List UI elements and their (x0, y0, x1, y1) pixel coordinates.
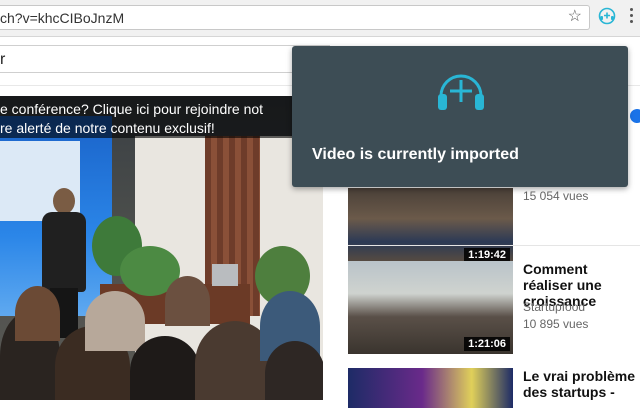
address-bar-url[interactable]: ch?v=khcCIBoJnzM (0, 10, 124, 26)
video-views: 15 054 vues (523, 189, 589, 203)
video-thumbnail[interactable]: 1:19:42 (348, 188, 513, 265)
browser-toolbar: ch?v=khcCIBoJnzM ☆ (0, 0, 640, 37)
star-icon[interactable]: ☆ (568, 9, 582, 25)
headphones-plus-icon (438, 74, 484, 110)
video-title[interactable]: Le vrai problème des startups - (523, 368, 640, 400)
search-input[interactable]: r (0, 45, 330, 73)
kebab-menu-icon[interactable] (630, 8, 634, 24)
extension-popup: Video is currently imported (292, 46, 628, 187)
related-video-item[interactable]: Le vrai problème des startups - (348, 368, 640, 408)
audience (165, 276, 210, 326)
audience (85, 291, 145, 351)
address-bar[interactable]: ch?v=khcCIBoJnzM ☆ (0, 5, 590, 30)
video-views: 10 895 vues (523, 317, 589, 331)
video-thumbnail[interactable]: 1:21:06 (348, 261, 513, 354)
related-video-item[interactable]: 1:21:06 Comment réaliser une croissance … (348, 261, 640, 354)
video-duration: 1:21:06 (464, 337, 510, 351)
audience (15, 286, 60, 341)
divider (348, 245, 640, 246)
audience (265, 341, 323, 400)
headphones-plus-icon[interactable] (598, 7, 616, 25)
audience (130, 336, 200, 400)
video-channel[interactable]: Startupfood (523, 300, 585, 314)
video-annotation[interactable]: e conférence? Clique ici pour rejoindre … (0, 96, 323, 138)
annotation-line[interactable]: re alerté de notre contenu exclusif! (0, 120, 215, 136)
annotation-line[interactable]: e conférence? Clique ici pour rejoindre … (0, 101, 263, 117)
search-input-value[interactable]: r (0, 51, 5, 69)
video-player[interactable]: e conférence? Clique ici pour rejoindre … (0, 96, 323, 400)
video-duration: 1:19:42 (464, 248, 510, 262)
popup-status-message: Video is currently imported (312, 146, 519, 163)
video-thumbnail[interactable] (348, 368, 513, 408)
laptop (212, 264, 238, 286)
